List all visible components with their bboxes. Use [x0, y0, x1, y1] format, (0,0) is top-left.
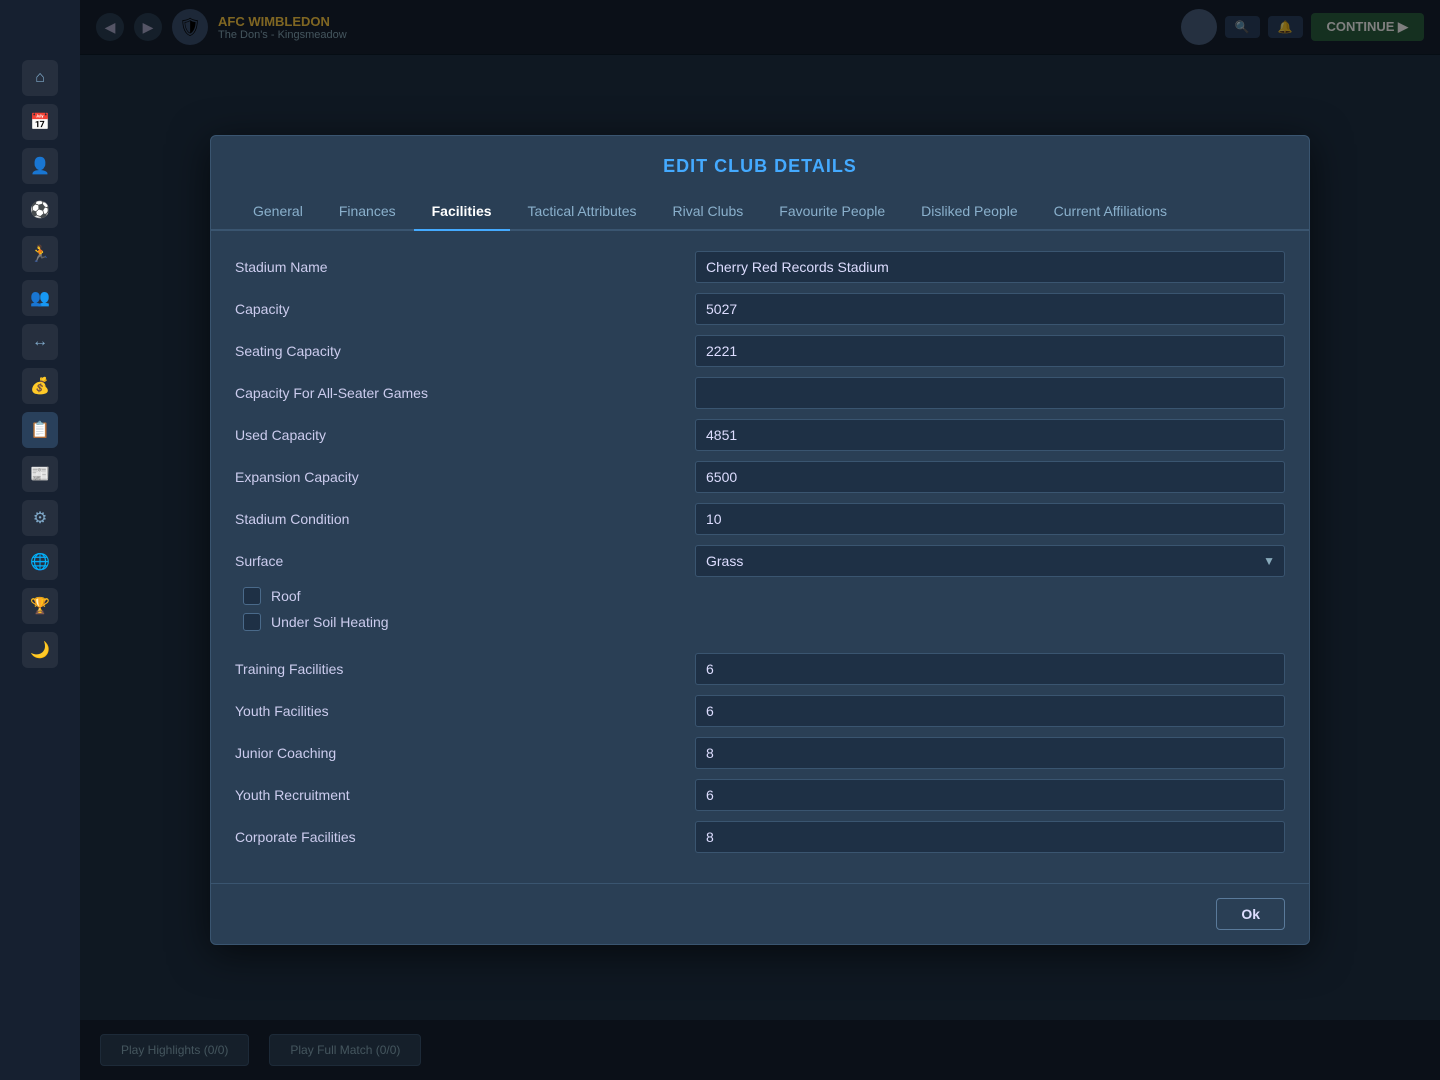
- form-row-youth-recruitment: Youth Recruitment: [235, 779, 1285, 811]
- input-stadium-condition[interactable]: [695, 503, 1285, 535]
- modal-footer: Ok: [211, 883, 1309, 944]
- label-roof: Roof: [271, 588, 301, 604]
- form-row-surface: Surface Grass Artificial Hybrid ▼: [235, 545, 1285, 577]
- form-row-stadium-condition: Stadium Condition: [235, 503, 1285, 535]
- form-row-corporate-facilities: Corporate Facilities: [235, 821, 1285, 853]
- form-row-youth-facilities: Youth Facilities: [235, 695, 1285, 727]
- checkbox-row-under-soil-heating: Under Soil Heating: [235, 613, 1285, 631]
- label-seating-capacity: Seating Capacity: [235, 343, 695, 359]
- label-training-facilities: Training Facilities: [235, 661, 695, 677]
- input-capacity[interactable]: [695, 293, 1285, 325]
- label-under-soil-heating: Under Soil Heating: [271, 614, 389, 630]
- surface-select-wrapper: Grass Artificial Hybrid ▼: [695, 545, 1285, 577]
- modal-header: EDIT CLUB DETAILS: [211, 136, 1309, 193]
- form-row-junior-coaching: Junior Coaching: [235, 737, 1285, 769]
- sidebar-icon-finances[interactable]: 💰: [22, 368, 58, 404]
- tab-general[interactable]: General: [235, 193, 321, 229]
- form-row-used-capacity: Used Capacity: [235, 419, 1285, 451]
- modal-overlay: EDIT CLUB DETAILS General Finances Facil…: [80, 0, 1440, 1080]
- label-capacity: Capacity: [235, 301, 695, 317]
- form-row-seating-capacity: Seating Capacity: [235, 335, 1285, 367]
- sidebar-icon-media[interactable]: 📰: [22, 456, 58, 492]
- checkbox-roof[interactable]: [243, 587, 261, 605]
- tab-tactical-attributes[interactable]: Tactical Attributes: [510, 193, 655, 229]
- checkbox-under-soil-heating[interactable]: [243, 613, 261, 631]
- input-corporate-facilities[interactable]: [695, 821, 1285, 853]
- tab-facilities[interactable]: Facilities: [414, 193, 510, 229]
- ok-button[interactable]: Ok: [1216, 898, 1285, 930]
- form-row-capacity: Capacity: [235, 293, 1285, 325]
- label-youth-facilities: Youth Facilities: [235, 703, 695, 719]
- sidebar-icon-person[interactable]: 👤: [22, 148, 58, 184]
- sidebar-icon-settings[interactable]: ⚙: [22, 500, 58, 536]
- select-surface[interactable]: Grass Artificial Hybrid: [695, 545, 1285, 577]
- checkbox-row-roof: Roof: [235, 587, 1285, 605]
- tab-finances[interactable]: Finances: [321, 193, 414, 229]
- sidebar-icon-home[interactable]: ⌂: [22, 60, 58, 96]
- tab-favourite-people[interactable]: Favourite People: [761, 193, 903, 229]
- input-seating-capacity[interactable]: [695, 335, 1285, 367]
- sidebar-icon-tactics[interactable]: ⚽: [22, 192, 58, 228]
- label-corporate-facilities: Corporate Facilities: [235, 829, 695, 845]
- input-youth-recruitment[interactable]: [695, 779, 1285, 811]
- input-junior-coaching[interactable]: [695, 737, 1285, 769]
- tab-current-affiliations[interactable]: Current Affiliations: [1036, 193, 1185, 229]
- input-training-facilities[interactable]: [695, 653, 1285, 685]
- label-capacity-all-seater: Capacity For All-Seater Games: [235, 385, 695, 401]
- form-row-capacity-all-seater: Capacity For All-Seater Games: [235, 377, 1285, 409]
- tab-rival-clubs[interactable]: Rival Clubs: [654, 193, 761, 229]
- modal-tabs: General Finances Facilities Tactical Att…: [211, 193, 1309, 231]
- sidebar-icon-squad[interactable]: 👥: [22, 280, 58, 316]
- label-used-capacity: Used Capacity: [235, 427, 695, 443]
- sidebar-icon-calendar[interactable]: 📅: [22, 104, 58, 140]
- label-surface: Surface: [235, 553, 695, 569]
- form-row-expansion-capacity: Expansion Capacity: [235, 461, 1285, 493]
- sidebar-icon-moon[interactable]: 🌙: [22, 632, 58, 668]
- input-capacity-all-seater[interactable]: [695, 377, 1285, 409]
- input-expansion-capacity[interactable]: [695, 461, 1285, 493]
- tab-disliked-people[interactable]: Disliked People: [903, 193, 1036, 229]
- sidebar-icon-transfers[interactable]: ↔: [22, 324, 58, 360]
- form-row-stadium-name: Stadium Name: [235, 251, 1285, 283]
- label-stadium-name: Stadium Name: [235, 259, 695, 275]
- edit-club-details-modal: EDIT CLUB DETAILS General Finances Facil…: [210, 135, 1310, 945]
- label-junior-coaching: Junior Coaching: [235, 745, 695, 761]
- label-youth-recruitment: Youth Recruitment: [235, 787, 695, 803]
- sidebar: ⌂ 📅 👤 ⚽ 🏃 👥 ↔ 💰 📋 📰 ⚙ 🌐 🏆 🌙: [0, 0, 80, 1080]
- sidebar-icon-trophy[interactable]: 🏆: [22, 588, 58, 624]
- sidebar-icon-clipboard[interactable]: 📋: [22, 412, 58, 448]
- label-stadium-condition: Stadium Condition: [235, 511, 695, 527]
- input-used-capacity[interactable]: [695, 419, 1285, 451]
- modal-title: EDIT CLUB DETAILS: [235, 156, 1285, 193]
- input-stadium-name[interactable]: [695, 251, 1285, 283]
- input-youth-facilities[interactable]: [695, 695, 1285, 727]
- label-expansion-capacity: Expansion Capacity: [235, 469, 695, 485]
- sidebar-icon-training[interactable]: 🏃: [22, 236, 58, 272]
- modal-body: Stadium Name Capacity Seating Capacity C…: [211, 231, 1309, 883]
- sidebar-icon-world[interactable]: 🌐: [22, 544, 58, 580]
- form-row-training-facilities: Training Facilities: [235, 653, 1285, 685]
